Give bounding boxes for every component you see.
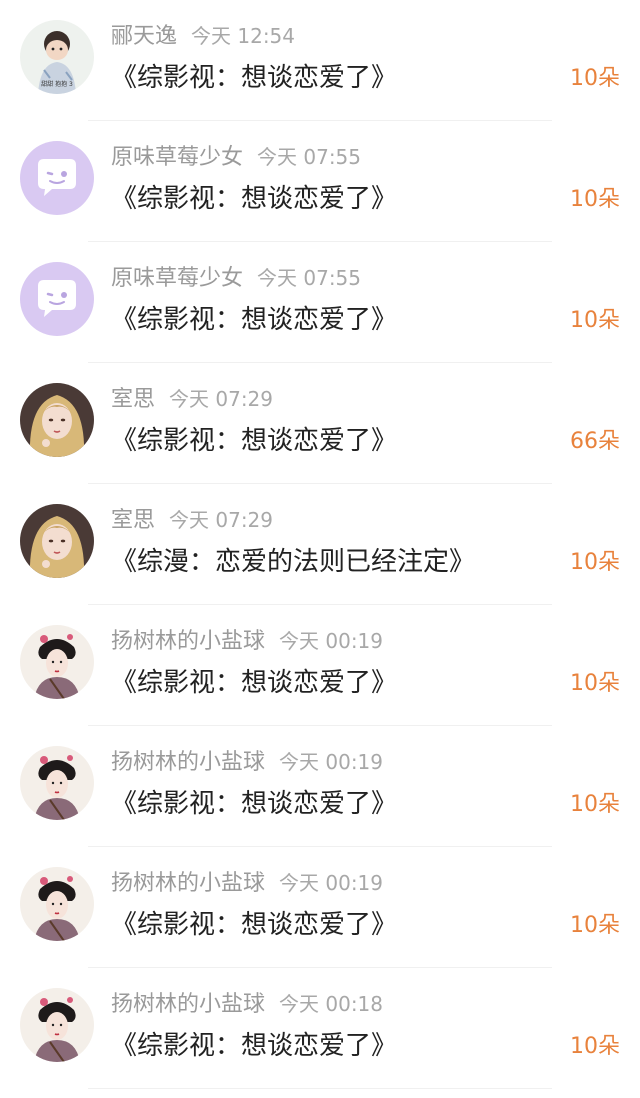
book-title[interactable]: 《综影视：想谈恋爱了》 (111, 300, 397, 340)
avatar[interactable] (20, 746, 94, 820)
user-name[interactable]: 原味草莓少女 (111, 145, 243, 170)
baby-avatar-icon: 甜甜 抱抱 3 (20, 20, 94, 94)
divider (88, 1088, 552, 1089)
gift-list: 甜甜 抱抱 3 郦天逸 今天 12:54 《综影视：想谈恋爱了》 10朵 原味草莓… (0, 0, 640, 1098)
list-item[interactable]: 甜甜 抱抱 3 郦天逸 今天 12:54 《综影视：想谈恋爱了》 10朵 (0, 0, 640, 121)
book-title[interactable]: 《综影视：想谈恋爱了》 (111, 1026, 397, 1066)
user-name[interactable]: 室思 (111, 508, 155, 533)
list-item[interactable]: 室思 今天 07:29 《综漫：恋爱的法则已经注定》 10朵 (0, 484, 640, 605)
timestamp: 今天 07:55 (257, 266, 362, 290)
flower-count: 10朵 (570, 792, 620, 817)
entry-meta: 扬树林的小盐球 今天 00:19 (111, 625, 383, 657)
ancient-lady-avatar-icon (20, 625, 94, 699)
timestamp: 今天 07:29 (169, 508, 274, 532)
entry-meta: 扬树林的小盐球 今天 00:19 (111, 746, 383, 778)
book-title[interactable]: 《综影视：想谈恋爱了》 (111, 58, 397, 98)
entry-meta: 原味草莓少女 今天 07:55 (111, 262, 361, 294)
ancient-lady-avatar-icon (20, 988, 94, 1062)
chat-bubble-avatar-icon (20, 141, 94, 215)
user-name[interactable]: 扬树林的小盐球 (111, 871, 265, 896)
avatar[interactable] (20, 383, 94, 457)
user-name[interactable]: 室思 (111, 387, 155, 412)
flower-count: 10朵 (570, 66, 620, 91)
flower-count: 10朵 (570, 1034, 620, 1059)
flower-count: 10朵 (570, 671, 620, 696)
avatar[interactable] (20, 504, 94, 578)
timestamp: 今天 00:19 (279, 629, 384, 653)
book-title[interactable]: 《综影视：想谈恋爱了》 (111, 784, 397, 824)
blonde-girl-avatar-icon (20, 504, 94, 578)
book-title[interactable]: 《综影视：想谈恋爱了》 (111, 663, 397, 703)
ancient-lady-avatar-icon (20, 746, 94, 820)
flower-count: 10朵 (570, 550, 620, 575)
list-item[interactable]: 扬树林的小盐球 今天 00:19 《综影视：想谈恋爱了》 10朵 (0, 847, 640, 968)
avatar[interactable] (20, 867, 94, 941)
flower-count: 66朵 (570, 429, 620, 454)
entry-meta: 室思 今天 07:29 (111, 504, 273, 536)
flower-count: 10朵 (570, 187, 620, 212)
list-item[interactable]: 原味草莓少女 今天 07:55 《综影视：想谈恋爱了》 10朵 (0, 242, 640, 363)
flower-count: 10朵 (570, 308, 620, 333)
user-name[interactable]: 郦天逸 (111, 24, 177, 49)
user-name[interactable]: 扬树林的小盐球 (111, 629, 265, 654)
list-item[interactable]: 扬树林的小盐球 今天 00:19 《综影视：想谈恋爱了》 10朵 (0, 605, 640, 726)
avatar[interactable] (20, 141, 94, 215)
avatar[interactable] (20, 988, 94, 1062)
timestamp: 今天 00:18 (279, 992, 384, 1016)
timestamp: 今天 12:54 (191, 24, 296, 48)
user-name[interactable]: 原味草莓少女 (111, 266, 243, 291)
entry-meta: 扬树林的小盐球 今天 00:18 (111, 988, 383, 1020)
ancient-lady-avatar-icon (20, 867, 94, 941)
avatar[interactable]: 甜甜 抱抱 3 (20, 20, 94, 94)
timestamp: 今天 07:29 (169, 387, 274, 411)
entry-meta: 郦天逸 今天 12:54 (111, 20, 295, 52)
flower-count: 10朵 (570, 913, 620, 938)
book-title[interactable]: 《综漫：恋爱的法则已经注定》 (111, 542, 475, 582)
user-name[interactable]: 扬树林的小盐球 (111, 750, 265, 775)
user-name[interactable]: 扬树林的小盐球 (111, 992, 265, 1017)
timestamp: 今天 07:55 (257, 145, 362, 169)
book-title[interactable]: 《综影视：想谈恋爱了》 (111, 421, 397, 461)
entry-meta: 扬树林的小盐球 今天 00:19 (111, 867, 383, 899)
list-item[interactable]: 扬树林的小盐球 今天 00:19 《综影视：想谈恋爱了》 10朵 (0, 726, 640, 847)
list-item[interactable]: 室思 今天 07:29 《综影视：想谈恋爱了》 66朵 (0, 363, 640, 484)
list-item[interactable]: 扬树林的小盐球 今天 00:18 《综影视：想谈恋爱了》 10朵 (0, 968, 640, 1089)
timestamp: 今天 00:19 (279, 750, 384, 774)
timestamp: 今天 00:19 (279, 871, 384, 895)
entry-meta: 室思 今天 07:29 (111, 383, 273, 415)
list-item[interactable]: 原味草莓少女 今天 07:55 《综影视：想谈恋爱了》 10朵 (0, 121, 640, 242)
baby-avatar-caption: 甜甜 抱抱 3 (41, 80, 73, 88)
avatar[interactable] (20, 625, 94, 699)
book-title[interactable]: 《综影视：想谈恋爱了》 (111, 905, 397, 945)
avatar[interactable] (20, 262, 94, 336)
blonde-girl-avatar-icon (20, 383, 94, 457)
entry-meta: 原味草莓少女 今天 07:55 (111, 141, 361, 173)
book-title[interactable]: 《综影视：想谈恋爱了》 (111, 179, 397, 219)
chat-bubble-avatar-icon (20, 262, 94, 336)
